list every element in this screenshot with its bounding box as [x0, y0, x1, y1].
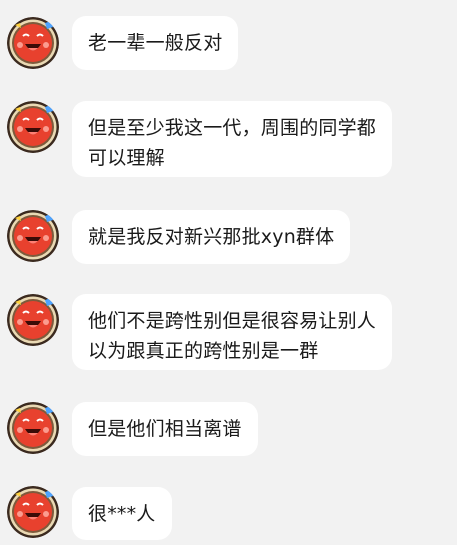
taiko-drum-don-icon [7, 17, 59, 69]
taiko-drum-don-icon [7, 294, 59, 346]
message-bubble[interactable]: 很***人 [72, 487, 172, 540]
message-text: 很***人 [88, 503, 156, 525]
message-text: 就是我反对新兴那批xyn群体 [88, 226, 335, 248]
taiko-drum-don-icon [7, 101, 59, 153]
chat-message-list: 老一辈一般反对 但是至少我这一代，周围的同学都 可以理解 就是我反对新兴那批xy… [0, 0, 457, 545]
message-bubble[interactable]: 但是他们相当离谱 [72, 402, 258, 456]
message-text-line: 但是至少我这一代，周围的同学都 [88, 117, 377, 139]
taiko-drum-don-icon [7, 402, 59, 454]
message-bubble[interactable]: 就是我反对新兴那批xyn群体 [72, 210, 351, 264]
message-text-line: 可以理解 [88, 147, 165, 169]
message-bubble[interactable]: 老一辈一般反对 [72, 16, 239, 70]
message-text-line: 以为跟真正的跨性别是一群 [88, 340, 319, 362]
avatar[interactable] [7, 210, 59, 262]
avatar[interactable] [7, 294, 59, 346]
avatar[interactable] [7, 486, 59, 538]
message-text: 但是他们相当离谱 [88, 418, 242, 440]
taiko-drum-don-icon [7, 486, 59, 538]
avatar[interactable] [7, 101, 59, 153]
avatar[interactable] [7, 17, 59, 69]
message-bubble[interactable]: 但是至少我这一代，周围的同学都 可以理解 [72, 101, 393, 177]
message-text-line: 他们不是跨性别但是很容易让别人 [88, 310, 377, 332]
message-bubble[interactable]: 他们不是跨性别但是很容易让别人 以为跟真正的跨性别是一群 [72, 294, 393, 370]
taiko-drum-don-icon [7, 210, 59, 262]
message-text: 老一辈一般反对 [88, 32, 223, 54]
avatar[interactable] [7, 402, 59, 454]
